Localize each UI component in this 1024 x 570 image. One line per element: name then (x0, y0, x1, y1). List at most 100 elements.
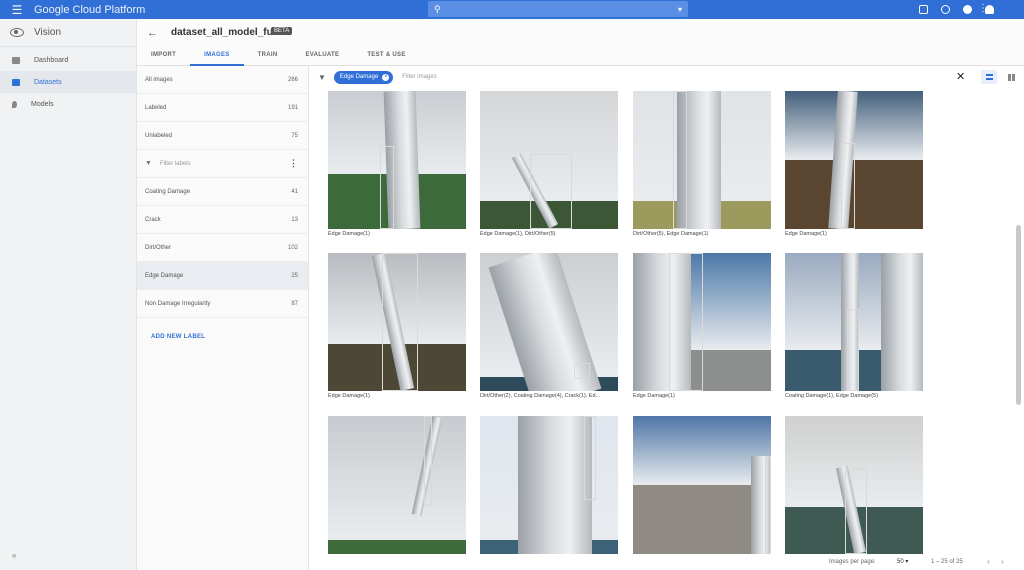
image-thumbnail[interactable] (328, 416, 466, 554)
filter-labels-input[interactable]: Filter labels (160, 161, 191, 167)
vision-eye-icon (10, 28, 24, 37)
sidebar-item-label: Dashboard (34, 56, 69, 64)
brand-title[interactable]: Google Cloud Platform (34, 4, 145, 16)
label-name: Non Damage Irregularity (145, 300, 211, 307)
gallery-scrollbar[interactable] (1016, 225, 1021, 405)
image-tile[interactable] (328, 416, 466, 554)
label-name: Coating Damage (145, 188, 191, 195)
product-name: Vision (34, 27, 62, 38)
collapse-nav-icon[interactable]: « (12, 551, 16, 560)
image-thumbnail[interactable] (785, 416, 923, 554)
tab-import[interactable]: IMPORT (137, 49, 190, 66)
chip-remove-icon[interactable]: × (382, 73, 390, 81)
image-thumbnail[interactable] (328, 91, 466, 229)
dataset-header: ← dataset_all_model_full BETA IMPORT IMAG… (137, 19, 1024, 66)
next-page-icon[interactable]: › (1001, 557, 1004, 566)
image-tile[interactable] (633, 416, 771, 554)
image-thumbnail[interactable] (785, 253, 923, 391)
label-row[interactable]: Edge Damage 25 (137, 262, 308, 290)
thumbnail-sky (328, 416, 466, 541)
filter-images-input[interactable]: Filter images (402, 74, 436, 80)
page-range: 1 – 25 of 25 (931, 558, 963, 565)
image-tile[interactable]: Edge Damage(1), Dirt/Other(5) (480, 91, 618, 237)
label-row[interactable]: Crack 13 (137, 206, 308, 234)
image-tile[interactable]: Dirt/Other(5), Edge Damage(1) (633, 91, 771, 237)
tab-train[interactable]: TRAIN (244, 49, 292, 66)
label-row[interactable]: Unlabeled 75 (137, 122, 308, 150)
more-vert-icon[interactable]: ⋮ (289, 158, 298, 169)
turbine-blade (881, 253, 923, 391)
bounding-box (530, 154, 572, 229)
tab-images[interactable]: IMAGES (190, 49, 244, 66)
image-tile[interactable]: Edge Damage(1) (785, 91, 923, 237)
label-count: 13 (291, 216, 298, 223)
image-thumbnail[interactable] (480, 416, 618, 554)
bounding-box (841, 143, 855, 229)
bounding-box (845, 468, 867, 554)
image-tile[interactable]: Dirt/Other(2), Coating Damage(4), Crack(… (480, 253, 618, 399)
image-gallery: ▼ Edge Damage × Filter images ✕ Edge Dam… (309, 66, 1024, 570)
image-thumbnail[interactable] (633, 416, 771, 554)
bounding-box (574, 363, 590, 379)
cloud-shell-icon[interactable] (918, 5, 928, 15)
label-count: 87 (291, 300, 298, 307)
image-thumbnail[interactable] (633, 91, 771, 229)
sidebar-item-models[interactable]: Models (0, 93, 136, 115)
bounding-box (584, 416, 596, 500)
gallery-filter-bar: ▼ Edge Damage × Filter images ✕ (309, 66, 1024, 88)
image-thumbnail[interactable] (480, 253, 618, 391)
nav-list: Dashboard Datasets Models (0, 47, 136, 115)
image-tile[interactable]: Edge Damage(1) (328, 91, 466, 237)
list-view-icon[interactable] (981, 70, 997, 84)
label-name: Labeled (145, 104, 167, 111)
left-navigation: Vision Dashboard Datasets Models « (0, 19, 137, 570)
product-header: Vision (0, 19, 136, 47)
sidebar-item-dashboard[interactable]: Dashboard (0, 49, 136, 71)
image-caption: Edge Damage(1) (328, 393, 370, 399)
sidebar-item-label: Datasets (34, 78, 62, 86)
more-vert-icon[interactable]: ⋮ (978, 3, 988, 14)
sidebar-item-label: Models (31, 100, 54, 108)
label-row[interactable]: All images 266 (137, 66, 308, 94)
label-row[interactable]: Non Damage Irregularity 87 (137, 290, 308, 318)
label-name: Edge Damage (145, 272, 184, 279)
images-per-page-select[interactable]: 50 ▾ (897, 558, 908, 565)
image-caption: Edge Damage(1), Dirt/Other(5) (480, 231, 556, 237)
image-tile[interactable] (785, 416, 923, 554)
grid-view-icon[interactable] (1003, 70, 1019, 84)
hamburger-icon[interactable]: ☰ (0, 3, 34, 17)
image-thumbnail[interactable] (785, 91, 923, 229)
image-thumbnail[interactable] (480, 91, 618, 229)
image-thumbnail[interactable] (328, 253, 466, 391)
chat-icon[interactable] (940, 5, 950, 15)
filter-icon: ▼ (145, 160, 152, 167)
prev-page-icon[interactable]: ‹ (987, 557, 990, 566)
image-tile[interactable] (480, 416, 618, 554)
label-count: 191 (287, 104, 298, 111)
label-filter-chip[interactable]: Edge Damage × (333, 70, 394, 84)
filter-labels-row[interactable]: ▼ Filter labels ⋮ (137, 150, 308, 178)
label-row[interactable]: Dirt/Other 102 (137, 234, 308, 262)
images-per-page-label: Images per page: (829, 558, 876, 565)
models-icon (12, 100, 17, 108)
label-count: 266 (287, 76, 298, 83)
bounding-box (765, 456, 771, 554)
label-row[interactable]: Coating Damage 41 (137, 178, 308, 206)
sidebar-item-datasets[interactable]: Datasets (0, 71, 136, 93)
image-thumbnail[interactable] (633, 253, 771, 391)
image-tile[interactable]: Coating Damage(1), Edge Damage(5) (785, 253, 923, 399)
bounding-box (424, 416, 432, 506)
search-box[interactable]: ⚲ ▾ (428, 1, 688, 17)
pagination-footer: Images per page: 50 ▾ 1 – 25 of 25 ‹ › (309, 553, 1024, 570)
image-tile[interactable]: Edge Damage(1) (328, 253, 466, 399)
image-caption: Dirt/Other(5), Edge Damage(1) (633, 231, 709, 237)
add-new-label-button[interactable]: ADD NEW LABEL (137, 318, 308, 340)
tab-evaluate[interactable]: EVALUATE (291, 49, 353, 66)
back-arrow-icon[interactable]: ← (147, 27, 158, 39)
image-tile[interactable]: Edge Damage(1) (633, 253, 771, 399)
close-icon[interactable]: ✕ (956, 70, 965, 83)
tab-test-use[interactable]: TEST & USE (353, 49, 419, 66)
search-dropdown-icon[interactable]: ▾ (678, 5, 682, 14)
label-row[interactable]: Labeled 191 (137, 94, 308, 122)
help-icon[interactable] (962, 5, 972, 15)
